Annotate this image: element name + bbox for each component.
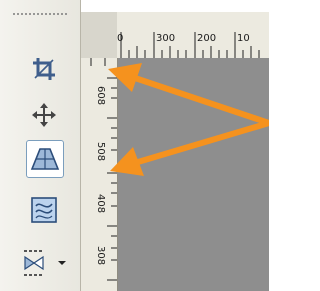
top-ruler-label: 10 bbox=[237, 33, 250, 44]
flip-icon bbox=[24, 250, 44, 276]
perspective-tool-button[interactable] bbox=[26, 140, 64, 178]
top-ruler-label: 300 bbox=[156, 33, 176, 44]
top-ruler: 0 300 200 10 bbox=[117, 12, 269, 59]
left-ruler-label: 508 bbox=[95, 142, 106, 162]
left-ruler: 608 508 408 308 bbox=[81, 58, 118, 291]
perspective-icon bbox=[30, 148, 60, 170]
ruler-corner bbox=[81, 12, 118, 59]
distort-icon bbox=[31, 197, 57, 223]
left-ruler-label: 308 bbox=[95, 246, 106, 266]
crop-icon bbox=[33, 58, 55, 80]
left-ruler-label: 408 bbox=[95, 194, 106, 214]
move-arrows-icon bbox=[32, 103, 56, 127]
left-ruler-label: 608 bbox=[95, 86, 106, 106]
move-tool-button[interactable] bbox=[27, 98, 61, 132]
top-ruler-label: 0 bbox=[117, 33, 124, 44]
tool-palette bbox=[0, 0, 81, 291]
top-ruler-label: 200 bbox=[197, 33, 217, 44]
distort-tool-button[interactable] bbox=[27, 193, 61, 227]
toolbar-grip[interactable] bbox=[12, 12, 68, 16]
chevron-down-icon[interactable] bbox=[57, 259, 67, 267]
image-canvas[interactable] bbox=[118, 58, 269, 291]
flip-tool-button[interactable] bbox=[12, 246, 76, 280]
crop-tool-button[interactable] bbox=[27, 52, 61, 86]
